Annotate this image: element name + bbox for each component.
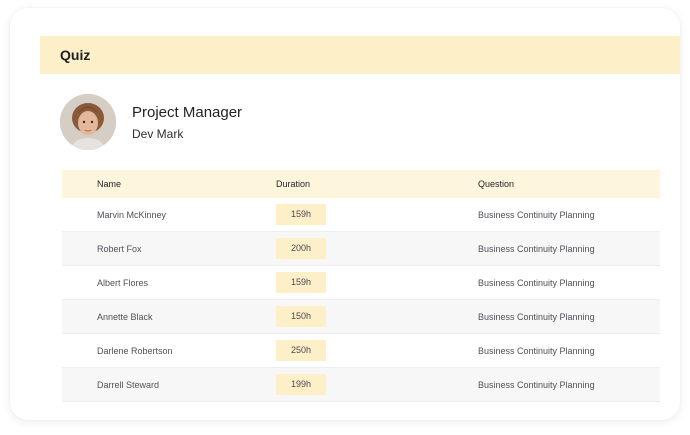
column-header-duration: Duration [276,179,311,189]
table-row[interactable]: Robert Fox 200h Business Continuity Plan… [62,232,660,266]
row-name: Robert Fox [97,243,142,254]
duration-badge: 159h [276,204,326,225]
quiz-table: Name Duration Question Marvin McKinney 1… [62,170,660,402]
profile: Project Manager Dev Mark [60,94,242,150]
column-header-name: Name [97,179,122,189]
table-header: Name Duration Question [62,170,660,198]
row-name: Darrell Steward [97,379,160,390]
row-name: Darlene Robertson [97,345,173,356]
table-row[interactable]: Darlene Robertson 250h Business Continui… [62,334,660,368]
avatar [60,94,116,150]
row-question: Business Continuity Planning [478,209,595,220]
quiz-card: Quiz Project Manager Dev Mark Name Durat… [10,8,680,420]
table-row[interactable]: Albert Flores 159h Business Continuity P… [62,266,660,300]
row-question: Business Continuity Planning [478,311,595,322]
row-question: Business Continuity Planning [478,379,595,390]
card-header: Quiz [40,36,680,74]
duration-badge: 250h [276,340,326,361]
table-row[interactable]: Annette Black 150h Business Continuity P… [62,300,660,334]
row-question: Business Continuity Planning [478,243,595,254]
header-title: Quiz [60,47,91,63]
row-name: Annette Black [97,311,153,322]
row-name: Albert Flores [97,277,149,288]
duration-badge: 200h [276,238,326,259]
table-row[interactable]: Darrell Steward 199h Business Continuity… [62,368,660,402]
row-question: Business Continuity Planning [478,277,595,288]
profile-name: Dev Mark [132,126,184,141]
duration-badge: 150h [276,306,326,327]
column-header-question: Question [478,179,515,189]
row-question: Business Continuity Planning [478,345,595,356]
duration-badge: 199h [276,374,326,395]
row-name: Marvin McKinney [97,209,167,220]
profile-role: Project Manager [132,103,243,121]
table-row[interactable]: Marvin McKinney 159h Business Continuity… [62,198,660,232]
avatar-photo [60,94,116,150]
duration-badge: 159h [276,272,326,293]
